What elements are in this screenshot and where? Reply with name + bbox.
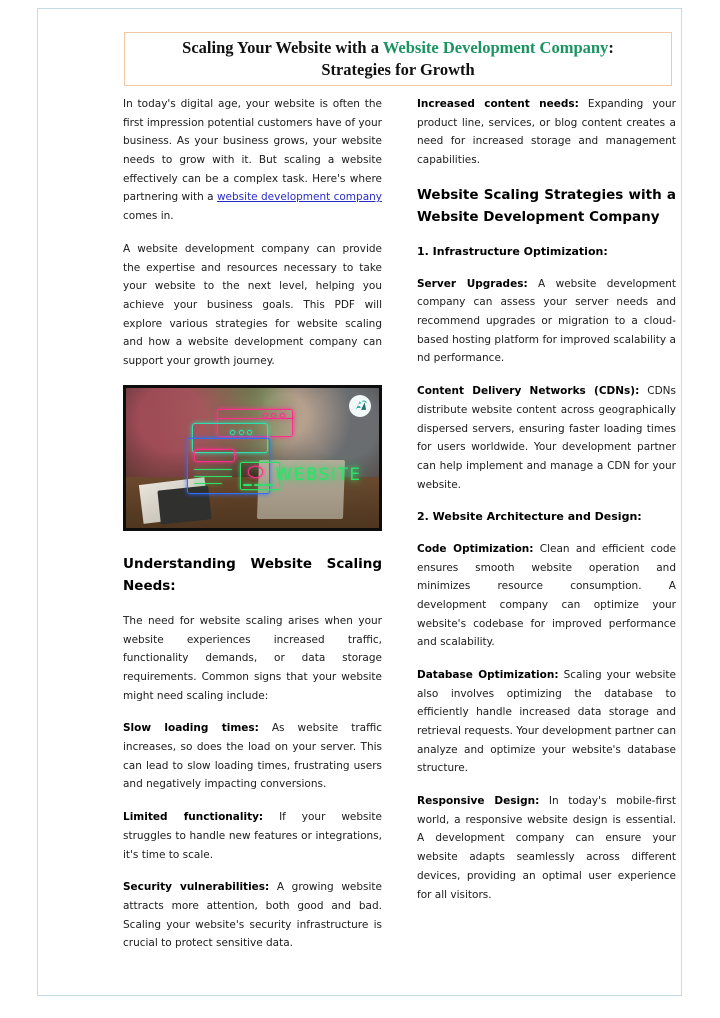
page-frame: Scaling Your Website with a Website Deve… (37, 8, 682, 996)
item-content-delivery-networks: Content Delivery Networks (CDNs): CDNs d… (417, 382, 676, 494)
neon-image-circle-icon (247, 466, 264, 478)
paragraph-intro-1: In today's digital age, your website is … (123, 95, 382, 226)
item-code-optimization-lead: Code Optimization: (417, 542, 534, 555)
item-database-optimization-lead: Database Optimization: (417, 668, 559, 681)
neon-dot-teal-2-icon (238, 429, 244, 435)
title-accent: Website Development Company (382, 38, 609, 58)
item-limited-functionality: Limited functionality: If your website s… (123, 808, 382, 864)
item-increased-content-needs: Increased content needs: Expanding your … (417, 95, 676, 170)
item-security-vulnerabilities: Security vulnerabilities: A growing webs… (123, 878, 382, 953)
neon-bar-3-icon (264, 484, 274, 487)
neon-search-box-icon (194, 449, 235, 462)
neon-window-pink-bar-icon (217, 418, 293, 420)
paragraph-intro-2: A website development company can provid… (123, 242, 382, 367)
neon-bar-1-icon (243, 484, 253, 487)
item-security-vulnerabilities-lead: Security vulnerabilities: (123, 881, 270, 894)
subheading-website-architecture-and-design: 2. Website Architecture and Design: (417, 510, 642, 524)
intro-text-before-link: In today's digital age, your website is … (123, 98, 382, 204)
heading-website-scaling-strategies: Website Scaling Strategies with a Websit… (417, 186, 676, 226)
neon-image-placeholder-icon (239, 461, 280, 491)
neon-dot-pink-1-icon (262, 412, 268, 418)
item-database-optimization-text: Scaling your website also involves optim… (417, 668, 676, 775)
document-title-box: Scaling Your Website with a Website Deve… (124, 32, 672, 86)
item-increased-content-needs-lead: Increased content needs: (417, 98, 579, 110)
paragraph-scaling-need: The need for website scaling arises when… (123, 614, 382, 702)
item-code-optimization: Code Optimization: Clean and efficient c… (417, 540, 676, 652)
website-team-figure: WEBSITE (123, 384, 382, 531)
item-responsive-design-text: In today's mobile-first world, a respons… (417, 795, 676, 901)
item-content-delivery-networks-lead: Content Delivery Networks (CDNs): (417, 385, 640, 398)
item-slow-loading-times: Slow loading times: As website traffic i… (123, 719, 382, 794)
right-column: Increased content needs: Expanding your … (417, 95, 676, 904)
item-responsive-design-lead: Responsive Design: (417, 795, 540, 808)
neon-dot-teal-1-icon (229, 429, 235, 435)
item-database-optimization: Database Optimization: Scaling your webs… (417, 666, 676, 778)
item-limited-functionality-lead: Limited functionality: (123, 811, 264, 824)
item-responsive-design: Responsive Design: In today's mobile-fir… (417, 792, 676, 904)
item-code-optimization-text: Clean and efficient code ensures smooth … (417, 542, 676, 649)
subheading-infrastructure-optimization: 1. Infrastructure Optimization: (417, 245, 608, 259)
title-suffix: : (608, 38, 614, 58)
item-server-upgrades-lead: Server Upgrades: (417, 277, 528, 290)
document-title-line-1: Scaling Your Website with a Website Deve… (182, 37, 614, 59)
neon-bar-2-icon (253, 484, 263, 487)
website-development-company-link[interactable]: website development company (217, 191, 382, 203)
item-server-upgrades-text: A website development company can assess… (417, 277, 676, 365)
heading-understanding-website-scaling-needs: Understanding Website Scaling Needs: (123, 555, 382, 595)
item-content-delivery-networks-text: CDNs distribute website content across g… (417, 385, 676, 491)
brand-logo-badge-icon (349, 394, 371, 417)
item-slow-loading-times-lead: Slow loading times: (123, 722, 259, 735)
neon-website-text: WEBSITE (275, 464, 362, 485)
item-server-upgrades: Server Upgrades: A website development c… (417, 275, 676, 368)
title-prefix: Scaling Your Website with a (182, 38, 383, 58)
document-title-line-2: Strategies for Growth (321, 60, 475, 79)
left-column: In today's digital age, your website is … (123, 95, 382, 953)
intro-text-after-link: comes in. (123, 210, 174, 223)
